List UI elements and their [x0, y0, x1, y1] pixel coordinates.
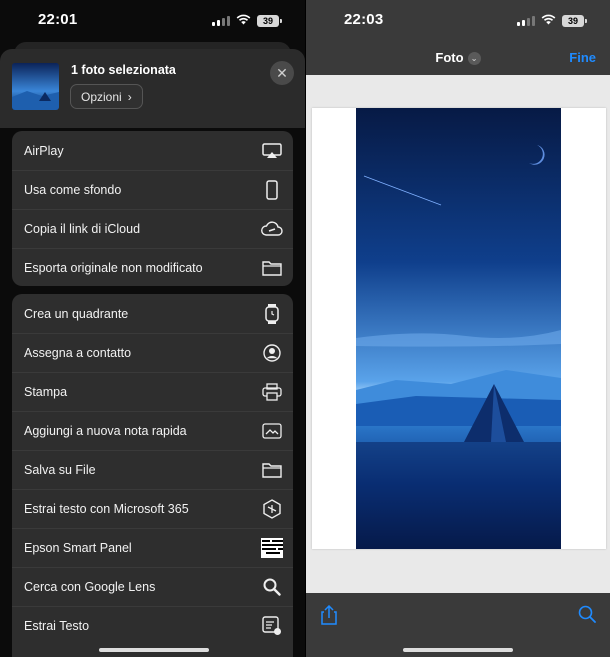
search-icon[interactable] [578, 605, 596, 623]
action-label: Usa come sfondo [24, 183, 122, 197]
status-bar: 22:01 39 [0, 0, 305, 40]
action-extract-text[interactable]: Estrai Testo [12, 606, 293, 645]
phone-icon [261, 179, 283, 201]
action-label: Epson Smart Panel [24, 541, 132, 555]
action-label: Crea un quadrante [24, 306, 129, 321]
action-save-to-files[interactable]: Salva su File [12, 450, 293, 489]
action-create-watch-face[interactable]: Crea un quadrante [12, 294, 293, 333]
close-icon: ✕ [276, 64, 288, 81]
chevron-right-icon: › [127, 89, 132, 104]
action-wallpaper[interactable]: Usa come sfondo [12, 170, 293, 209]
status-time: 22:01 [38, 11, 78, 28]
actions-group-1: AirPlay Usa come sfondo Copia il link di… [12, 131, 293, 286]
share-sheet-header: 1 foto selezionata Opzioni › ✕ [0, 49, 305, 128]
home-indicator [403, 648, 513, 652]
action-epson-smart-panel[interactable]: Epson Smart Panel [12, 528, 293, 567]
share-sheet-screen: 22:01 39 1 foto selezionata Opzioni › ✕ … [0, 0, 305, 657]
epson-icon [261, 537, 283, 559]
action-label: Estrai Testo [24, 619, 90, 633]
home-indicator [99, 648, 209, 652]
navigation-bar: Foto ⌄ Fine [306, 42, 610, 75]
action-label: Assegna a contatto [24, 346, 132, 360]
action-label: Salva su File [24, 463, 96, 477]
battery-indicator: 39 [562, 15, 587, 27]
action-label: Aggiungi a nuova nota rapida [24, 424, 187, 438]
action-label: Estrai testo con Microsoft 365 [24, 502, 189, 516]
options-button[interactable]: Opzioni › [70, 84, 143, 109]
action-label: Stampa [24, 385, 68, 399]
print-preview-screen: 22:03 39 Foto ⌄ Fine [306, 0, 610, 657]
nav-title-menu[interactable]: Foto ⌄ [306, 50, 610, 66]
cellular-signal-icon [517, 16, 535, 26]
wifi-icon [236, 12, 251, 30]
selection-title: 1 foto selezionata [71, 63, 176, 77]
wifi-icon [541, 12, 556, 30]
action-assign-contact[interactable]: Assegna a contatto [12, 333, 293, 372]
action-print[interactable]: Stampa [12, 372, 293, 411]
action-copy-icloud-link[interactable]: Copia il link di iCloud [12, 209, 293, 248]
action-label: Cerca con Google Lens [24, 580, 156, 594]
nav-title: Foto [435, 50, 464, 65]
watch-icon [261, 303, 283, 325]
photo-thumbnail [12, 63, 59, 110]
photo-preview [356, 108, 561, 549]
extract-text-icon [261, 615, 283, 637]
contact-icon [261, 342, 283, 364]
action-airplay[interactable]: AirPlay [12, 131, 293, 170]
quick-note-icon [261, 420, 283, 442]
airplay-icon [261, 140, 283, 162]
chevron-down-icon: ⌄ [467, 52, 481, 66]
folder-icon [261, 459, 283, 481]
action-extract-text-microsoft-365[interactable]: Estrai testo con Microsoft 365 [12, 489, 293, 528]
action-label: Esporta originale non modificato [24, 261, 203, 275]
action-label: AirPlay [24, 143, 64, 158]
printer-icon [261, 381, 283, 403]
status-time: 22:03 [344, 11, 384, 28]
microsoft-365-icon [261, 498, 283, 520]
share-icon[interactable] [320, 604, 338, 625]
cloud-link-icon [261, 218, 283, 240]
action-google-lens[interactable]: Cerca con Google Lens [12, 567, 293, 606]
actions-group-2: Crea un quadrante Assegna a contatto Sta… [12, 294, 293, 657]
cellular-signal-icon [212, 16, 230, 26]
close-button[interactable]: ✕ [270, 61, 294, 85]
options-label: Opzioni [81, 89, 122, 104]
folder-icon [261, 257, 283, 279]
done-button[interactable]: Fine [569, 50, 596, 65]
battery-indicator: 39 [257, 15, 282, 27]
action-quick-note[interactable]: Aggiungi a nuova nota rapida [12, 411, 293, 450]
status-bar: 22:03 39 [306, 0, 610, 42]
search-icon [261, 576, 283, 598]
action-export-original[interactable]: Esporta originale non modificato [12, 248, 293, 286]
action-label: Copia il link di iCloud [24, 222, 141, 236]
